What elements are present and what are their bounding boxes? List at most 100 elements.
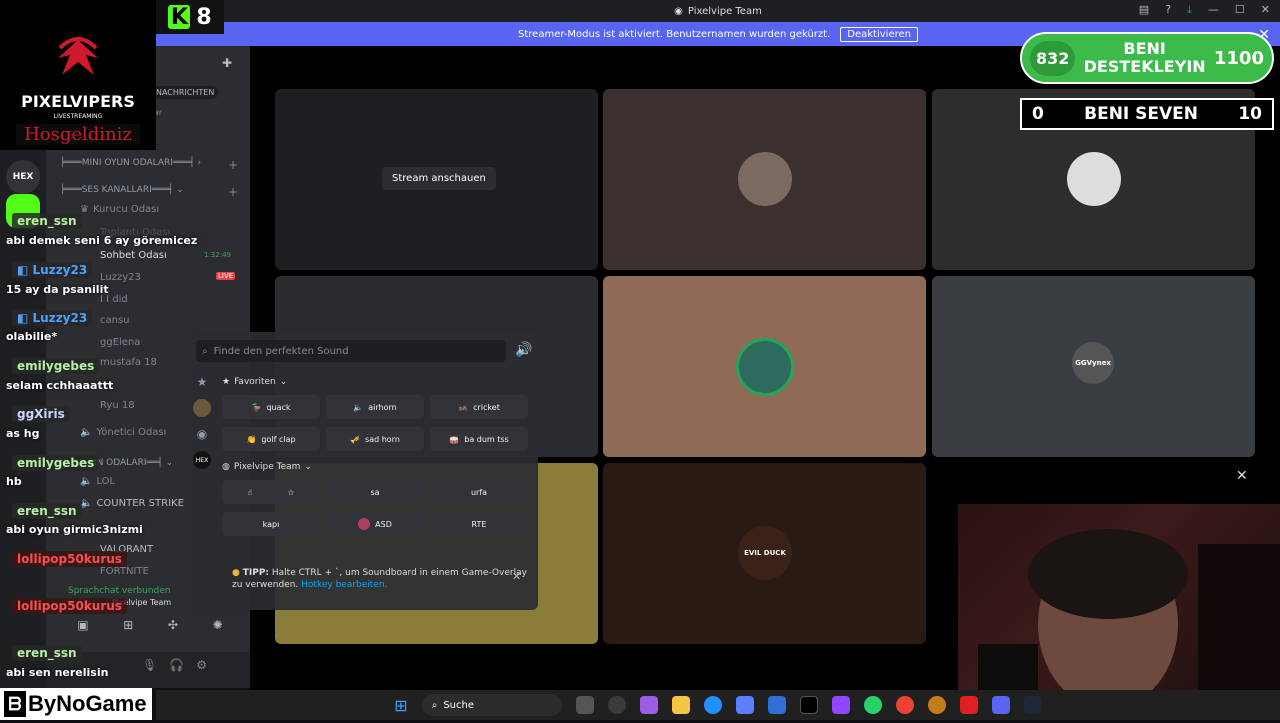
star-icon[interactable]: ★ (197, 375, 208, 389)
voice-user-luzzy[interactable]: Luzzy23 (100, 272, 141, 283)
help-icon[interactable]: ? (1165, 3, 1171, 17)
app-icon[interactable] (959, 696, 978, 714)
section-label: Favoriten (234, 377, 276, 387)
sound-label: ASD (375, 519, 392, 529)
server-avatar[interactable] (193, 399, 211, 417)
activity-icon[interactable]: ✣ (168, 618, 178, 632)
headset-icon[interactable]: 🎧 (169, 658, 184, 672)
category-games[interactable]: UN ODALARI══╡ ⌄ (90, 458, 173, 468)
sound-button[interactable]: kapı (222, 512, 320, 536)
chat-username: eren_ssn (12, 645, 82, 661)
maximize-icon[interactable]: ☐ (1235, 3, 1245, 17)
sound-button[interactable]: 👏 golf clap (222, 427, 320, 451)
category-voice[interactable]: ╞═══SES KANALLARI═══╡ ⌄ (60, 185, 184, 195)
deactivate-button[interactable]: Deaktivieren (840, 26, 918, 42)
add-channel-icon[interactable]: + (228, 158, 238, 172)
whatsapp-icon[interactable] (863, 696, 882, 714)
warning-icon: ● (232, 568, 240, 578)
close-icon[interactable]: ✕ (1236, 468, 1248, 484)
steam-icon[interactable] (1023, 696, 1042, 714)
gear-icon[interactable]: ⚙ (196, 658, 207, 672)
close-window-icon[interactable]: ✕ (1261, 3, 1270, 17)
discord-icon[interactable] (991, 696, 1010, 714)
voice-controls: ▣ ⊞ ✣ ✺ (60, 618, 240, 632)
sound-label: airhorn (368, 402, 397, 412)
sound-button[interactable]: urfa (430, 480, 528, 504)
sound-button[interactable]: 🔈 airhorn (326, 395, 424, 419)
windows-start-icon[interactable]: ⊞ (394, 696, 407, 715)
inbox-icon[interactable]: ▤ (1139, 3, 1149, 17)
user-label: Luzzy23 (100, 272, 141, 283)
add-member-icon[interactable]: ✚ (222, 56, 232, 70)
video-tile-user4[interactable]: GGVynex (932, 276, 1255, 457)
channel-sohbet[interactable]: Sohbet Odası (100, 250, 167, 261)
minimize-icon[interactable]: — (1208, 3, 1219, 17)
twitch-icon[interactable] (831, 696, 850, 714)
sound-search-input[interactable]: ⌕ Finde den perfekten Sound (196, 340, 506, 362)
tiktok-icon[interactable] (799, 696, 818, 714)
soundboard-icon[interactable]: ✺ (213, 618, 223, 632)
kick-icon: K (168, 5, 191, 30)
video-tile-evil-duck[interactable]: EVIL DUCK (603, 463, 926, 644)
chat-message: abi sen nerelisin (6, 666, 109, 679)
hotkey-link[interactable]: Hotkey bearbeiten. (301, 580, 387, 590)
voice-user-ryu[interactable]: Ryu 18 (100, 400, 135, 411)
sound-button[interactable]: 🦆 quack (222, 395, 320, 419)
sound-button[interactable]: RTE (430, 512, 528, 536)
stream-tile[interactable]: Stream anschauen (275, 89, 598, 270)
watch-stream-button[interactable]: Stream anschauen (382, 167, 496, 190)
taskbar-search[interactable]: ⌕ Suche (421, 694, 562, 716)
category-mini-games[interactable]: ╞═══MINI OYUN ODALARI═══╡ › (60, 158, 201, 168)
chatgpt-icon[interactable] (607, 696, 626, 714)
explorer-icon[interactable] (671, 696, 690, 714)
voice-user-mustafa[interactable]: mustafa 18 (100, 357, 157, 368)
channel-cs[interactable]: 🔈 COUNTER STRIKE (80, 498, 184, 509)
channel-label: FORTNITE (100, 566, 149, 577)
sound-button[interactable]: 🦗 cricket (430, 395, 528, 419)
kick-counter: K 8 (156, 0, 224, 34)
mic-icon[interactable]: 🎙 (142, 658, 157, 672)
chat-message: as hg (6, 427, 40, 440)
speaker-icon: 🔈 (80, 427, 93, 438)
sound-button[interactable]: sa (326, 480, 424, 504)
sound-button[interactable]: ☝ ☆ (222, 480, 320, 504)
volume-icon[interactable]: 🔊 (515, 342, 532, 358)
voice-user-cansu[interactable]: cansu (100, 315, 130, 326)
video-tile-user1[interactable] (603, 89, 926, 270)
chat-username: eren_ssn (12, 503, 82, 519)
camera-icon[interactable]: ▣ (77, 618, 88, 632)
sound-button[interactable]: 🥁 ba dum tss (430, 427, 528, 451)
server-icon: ◍ (222, 462, 230, 472)
channel-fortnite[interactable]: FORTNITE (100, 566, 149, 577)
star-icon[interactable]: ☆ (287, 488, 294, 497)
screenshare-icon[interactable]: ⊞ (123, 618, 133, 632)
channel-lol[interactable]: 🔈 LOL (80, 476, 115, 487)
sound-button[interactable]: ASD (326, 512, 424, 536)
app-icon[interactable] (927, 696, 946, 714)
outlook-icon[interactable] (767, 696, 786, 714)
voice-user-ggelena[interactable]: ggElena (100, 337, 140, 348)
channel-kurucu[interactable]: ♛ Kurucu Odası (80, 204, 159, 215)
edge-icon[interactable] (703, 696, 722, 714)
server-avatar[interactable]: HEX (193, 451, 211, 469)
video-tile-speaking[interactable] (603, 276, 926, 457)
favorites-header[interactable]: ★ Favoriten ⌄ (222, 377, 287, 387)
followers-current: 0 (1032, 104, 1044, 124)
followers-label: BENI SEVEN (1084, 104, 1199, 124)
support-goal: 832 BENI DESTEKLEYIN 1100 (1020, 32, 1274, 84)
sound-button[interactable]: 🎺 sad horn (326, 427, 424, 451)
soundboard-sidebar: ★ ◉ HEX (192, 375, 212, 545)
channel-yonetici[interactable]: 🔈 Yönetici Odası (80, 427, 166, 438)
server-icon-hex[interactable]: HEX (6, 160, 40, 194)
discord-icon[interactable]: ◉ (197, 427, 207, 441)
task-view-icon[interactable] (575, 696, 594, 714)
store-icon[interactable] (735, 696, 754, 714)
sound-label: golf clap (261, 434, 296, 444)
team-header[interactable]: ◍ Pixelvipe Team ⌄ (222, 462, 312, 472)
copilot-icon[interactable] (639, 696, 658, 714)
add-channel-icon[interactable]: + (228, 185, 238, 199)
live-badge: LIVE (216, 272, 236, 280)
close-tip-icon[interactable]: ✕ (512, 570, 521, 583)
chrome-icon[interactable] (895, 696, 914, 714)
download-icon[interactable]: ⤓ (1187, 3, 1192, 17)
